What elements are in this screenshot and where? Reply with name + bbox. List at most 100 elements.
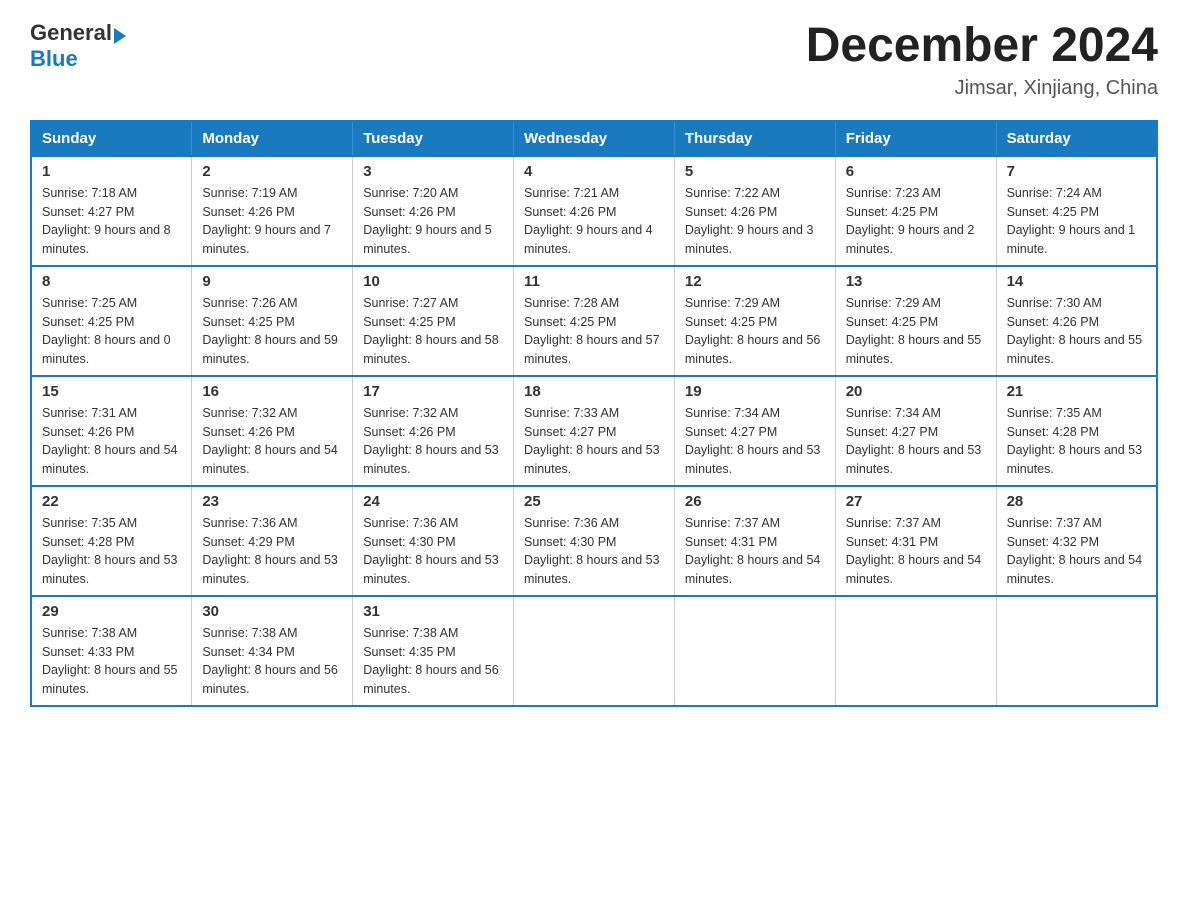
sunrise-label: Sunrise: 7:31 AM xyxy=(42,406,137,420)
sunset-label: Sunset: 4:27 PM xyxy=(846,425,938,439)
day-number: 14 xyxy=(1007,273,1146,290)
sunset-label: Sunset: 4:26 PM xyxy=(202,425,294,439)
day-number: 25 xyxy=(524,493,664,510)
day-cell: 1 Sunrise: 7:18 AM Sunset: 4:27 PM Dayli… xyxy=(31,156,192,266)
day-info: Sunrise: 7:29 AM Sunset: 4:25 PM Dayligh… xyxy=(685,294,825,369)
daylight-label: Daylight: 8 hours and 55 minutes. xyxy=(1007,333,1143,366)
sunset-label: Sunset: 4:25 PM xyxy=(363,315,455,329)
day-info: Sunrise: 7:22 AM Sunset: 4:26 PM Dayligh… xyxy=(685,184,825,259)
day-cell: 8 Sunrise: 7:25 AM Sunset: 4:25 PM Dayli… xyxy=(31,266,192,376)
day-cell: 3 Sunrise: 7:20 AM Sunset: 4:26 PM Dayli… xyxy=(353,156,514,266)
sunrise-label: Sunrise: 7:37 AM xyxy=(685,516,780,530)
day-number: 6 xyxy=(846,163,986,180)
sunrise-label: Sunrise: 7:28 AM xyxy=(524,296,619,310)
day-cell: 28 Sunrise: 7:37 AM Sunset: 4:32 PM Dayl… xyxy=(996,486,1157,596)
day-cell: 7 Sunrise: 7:24 AM Sunset: 4:25 PM Dayli… xyxy=(996,156,1157,266)
day-number: 12 xyxy=(685,273,825,290)
daylight-label: Daylight: 8 hours and 53 minutes. xyxy=(1007,443,1143,476)
sunset-label: Sunset: 4:26 PM xyxy=(42,425,134,439)
sunrise-label: Sunrise: 7:38 AM xyxy=(42,626,137,640)
day-info: Sunrise: 7:30 AM Sunset: 4:26 PM Dayligh… xyxy=(1007,294,1146,369)
calendar-title: December 2024 xyxy=(806,20,1158,73)
day-cell xyxy=(835,596,996,706)
sunset-label: Sunset: 4:26 PM xyxy=(363,425,455,439)
day-info: Sunrise: 7:31 AM Sunset: 4:26 PM Dayligh… xyxy=(42,404,181,479)
daylight-label: Daylight: 9 hours and 3 minutes. xyxy=(685,223,814,256)
sunset-label: Sunset: 4:27 PM xyxy=(524,425,616,439)
day-info: Sunrise: 7:18 AM Sunset: 4:27 PM Dayligh… xyxy=(42,184,181,259)
sunset-label: Sunset: 4:27 PM xyxy=(42,205,134,219)
sunrise-label: Sunrise: 7:30 AM xyxy=(1007,296,1102,310)
day-info: Sunrise: 7:25 AM Sunset: 4:25 PM Dayligh… xyxy=(42,294,181,369)
sunrise-label: Sunrise: 7:36 AM xyxy=(202,516,297,530)
sunset-label: Sunset: 4:26 PM xyxy=(685,205,777,219)
sunrise-label: Sunrise: 7:32 AM xyxy=(363,406,458,420)
day-cell: 4 Sunrise: 7:21 AM Sunset: 4:26 PM Dayli… xyxy=(514,156,675,266)
sunset-label: Sunset: 4:31 PM xyxy=(846,535,938,549)
day-number: 30 xyxy=(202,603,342,620)
day-info: Sunrise: 7:35 AM Sunset: 4:28 PM Dayligh… xyxy=(1007,404,1146,479)
daylight-label: Daylight: 9 hours and 1 minute. xyxy=(1007,223,1136,256)
sunset-label: Sunset: 4:25 PM xyxy=(202,315,294,329)
sunset-label: Sunset: 4:30 PM xyxy=(524,535,616,549)
sunset-label: Sunset: 4:28 PM xyxy=(1007,425,1099,439)
day-info: Sunrise: 7:36 AM Sunset: 4:29 PM Dayligh… xyxy=(202,514,342,589)
day-number: 31 xyxy=(363,603,503,620)
day-info: Sunrise: 7:37 AM Sunset: 4:32 PM Dayligh… xyxy=(1007,514,1146,589)
daylight-label: Daylight: 8 hours and 54 minutes. xyxy=(1007,553,1143,586)
daylight-label: Daylight: 8 hours and 56 minutes. xyxy=(363,663,499,696)
day-cell: 9 Sunrise: 7:26 AM Sunset: 4:25 PM Dayli… xyxy=(192,266,353,376)
calendar-body: 1 Sunrise: 7:18 AM Sunset: 4:27 PM Dayli… xyxy=(31,156,1157,706)
sunrise-label: Sunrise: 7:38 AM xyxy=(202,626,297,640)
day-number: 3 xyxy=(363,163,503,180)
day-cell: 24 Sunrise: 7:36 AM Sunset: 4:30 PM Dayl… xyxy=(353,486,514,596)
sunrise-label: Sunrise: 7:35 AM xyxy=(1007,406,1102,420)
day-number: 27 xyxy=(846,493,986,510)
sunrise-label: Sunrise: 7:35 AM xyxy=(42,516,137,530)
week-row-2: 8 Sunrise: 7:25 AM Sunset: 4:25 PM Dayli… xyxy=(31,266,1157,376)
day-number: 28 xyxy=(1007,493,1146,510)
sunrise-label: Sunrise: 7:34 AM xyxy=(846,406,941,420)
day-cell: 27 Sunrise: 7:37 AM Sunset: 4:31 PM Dayl… xyxy=(835,486,996,596)
day-number: 19 xyxy=(685,383,825,400)
sunrise-label: Sunrise: 7:27 AM xyxy=(363,296,458,310)
daylight-label: Daylight: 8 hours and 53 minutes. xyxy=(524,443,660,476)
day-cell: 15 Sunrise: 7:31 AM Sunset: 4:26 PM Dayl… xyxy=(31,376,192,486)
day-cell: 16 Sunrise: 7:32 AM Sunset: 4:26 PM Dayl… xyxy=(192,376,353,486)
title-section: December 2024 Jimsar, Xinjiang, China xyxy=(806,20,1158,100)
day-info: Sunrise: 7:24 AM Sunset: 4:25 PM Dayligh… xyxy=(1007,184,1146,259)
sunrise-label: Sunrise: 7:18 AM xyxy=(42,186,137,200)
day-number: 1 xyxy=(42,163,181,180)
day-number: 8 xyxy=(42,273,181,290)
calendar-subtitle: Jimsar, Xinjiang, China xyxy=(806,77,1158,100)
daylight-label: Daylight: 9 hours and 2 minutes. xyxy=(846,223,975,256)
header-cell-wednesday: Wednesday xyxy=(514,121,675,156)
daylight-label: Daylight: 8 hours and 56 minutes. xyxy=(202,663,338,696)
day-info: Sunrise: 7:28 AM Sunset: 4:25 PM Dayligh… xyxy=(524,294,664,369)
week-row-5: 29 Sunrise: 7:38 AM Sunset: 4:33 PM Dayl… xyxy=(31,596,1157,706)
sunset-label: Sunset: 4:32 PM xyxy=(1007,535,1099,549)
logo-arrow-icon xyxy=(114,28,126,44)
day-cell: 23 Sunrise: 7:36 AM Sunset: 4:29 PM Dayl… xyxy=(192,486,353,596)
day-number: 4 xyxy=(524,163,664,180)
header-cell-saturday: Saturday xyxy=(996,121,1157,156)
day-number: 10 xyxy=(363,273,503,290)
sunrise-label: Sunrise: 7:37 AM xyxy=(846,516,941,530)
day-cell: 18 Sunrise: 7:33 AM Sunset: 4:27 PM Dayl… xyxy=(514,376,675,486)
daylight-label: Daylight: 8 hours and 0 minutes. xyxy=(42,333,171,366)
daylight-label: Daylight: 8 hours and 54 minutes. xyxy=(42,443,178,476)
daylight-label: Daylight: 8 hours and 55 minutes. xyxy=(846,333,982,366)
day-number: 9 xyxy=(202,273,342,290)
daylight-label: Daylight: 8 hours and 53 minutes. xyxy=(363,553,499,586)
daylight-label: Daylight: 9 hours and 8 minutes. xyxy=(42,223,171,256)
daylight-label: Daylight: 9 hours and 4 minutes. xyxy=(524,223,653,256)
day-number: 13 xyxy=(846,273,986,290)
day-cell: 29 Sunrise: 7:38 AM Sunset: 4:33 PM Dayl… xyxy=(31,596,192,706)
sunset-label: Sunset: 4:25 PM xyxy=(42,315,134,329)
day-cell: 26 Sunrise: 7:37 AM Sunset: 4:31 PM Dayl… xyxy=(674,486,835,596)
day-info: Sunrise: 7:34 AM Sunset: 4:27 PM Dayligh… xyxy=(846,404,986,479)
day-number: 2 xyxy=(202,163,342,180)
day-info: Sunrise: 7:19 AM Sunset: 4:26 PM Dayligh… xyxy=(202,184,342,259)
day-cell: 30 Sunrise: 7:38 AM Sunset: 4:34 PM Dayl… xyxy=(192,596,353,706)
day-cell xyxy=(674,596,835,706)
